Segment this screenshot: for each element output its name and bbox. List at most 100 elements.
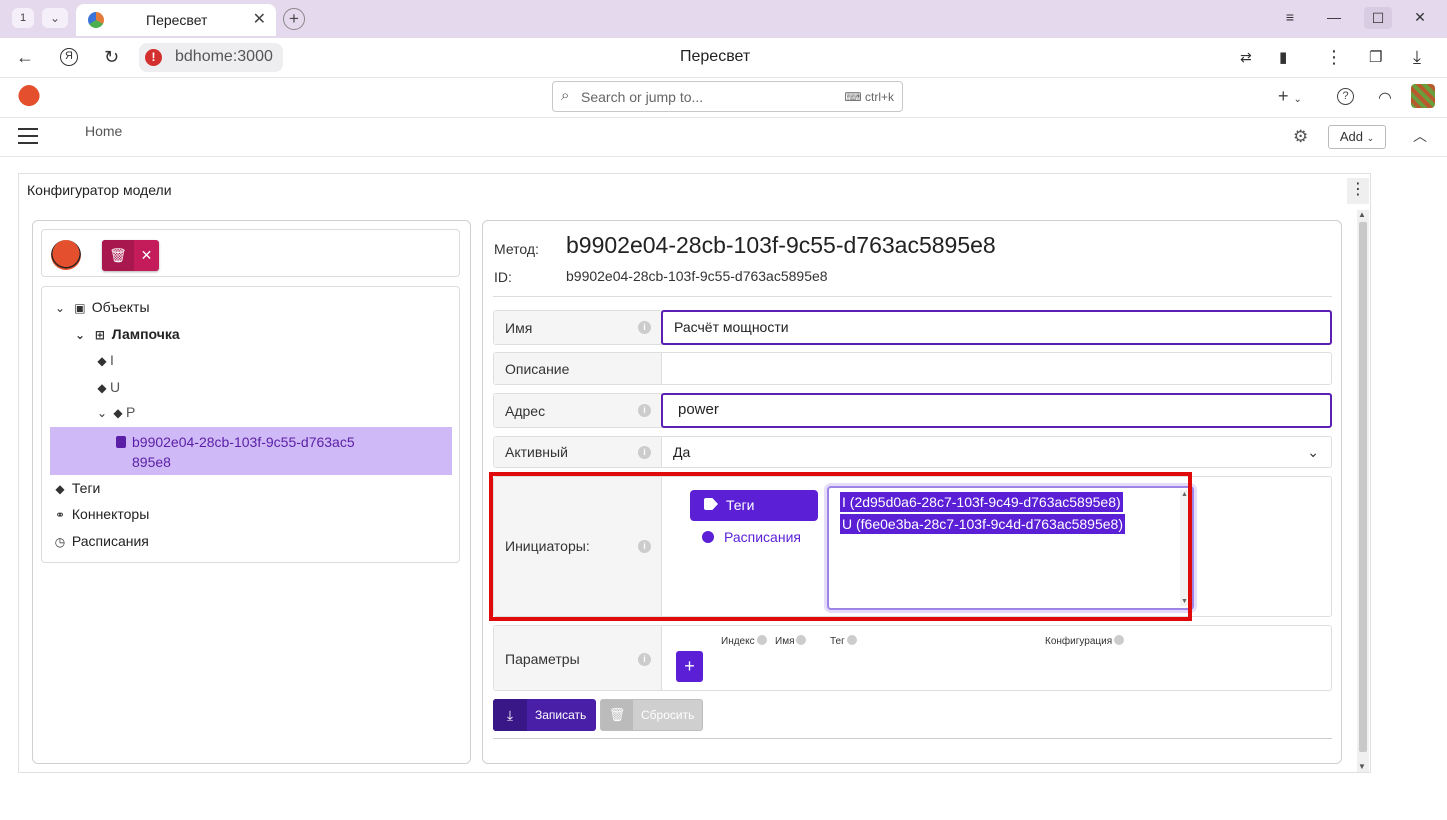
close-icon[interactable]: ✕	[134, 240, 159, 271]
info-icon[interactable]: i	[638, 653, 651, 666]
tree-node-schedules[interactable]: ◷ Расписания	[52, 533, 149, 549]
method-label: Метод:	[494, 241, 539, 257]
tree-node-objects[interactable]: ⌄ ▣ Объекты	[52, 299, 150, 315]
tree-node-label: Коннекторы	[71, 506, 150, 522]
name-input-value: Расчёт мощности	[674, 319, 789, 335]
scroll-down-icon[interactable]: ▼	[1358, 762, 1366, 771]
chevron-down-icon[interactable]: ⌄	[72, 328, 88, 342]
tree-container: 🗑 ✕ ⌄ ▣ Объекты ⌄ ⊞ Лампочка ◆ I ◆ U ⌄ ◆ P b…	[32, 220, 471, 764]
collapse-icon[interactable]: ︿	[1413, 126, 1427, 146]
column-header-label: Индекс	[721, 636, 755, 647]
reset-button[interactable]: 🗑 Сбросить	[600, 699, 703, 731]
tree-node-label: U	[110, 379, 121, 395]
tag-icon: ◆	[97, 381, 107, 395]
extensions-icon[interactable]: ❐	[1369, 48, 1382, 66]
tree-node-lamp[interactable]: ⌄ ⊞ Лампочка	[72, 326, 180, 342]
method-details: Метод: b9902e04-28cb-103f-9c55-d763ac589…	[482, 220, 1342, 764]
chevron-down-icon[interactable]: ⌄	[1307, 444, 1319, 461]
browser-tab-bar: 1 ⌄ Пересвет ✕ + ≡ — ☐ ✕	[0, 0, 1447, 38]
maximize-icon[interactable]: ☐	[1364, 7, 1392, 29]
tree-node-tags[interactable]: ◆ Теги	[52, 480, 100, 496]
minimize-icon[interactable]: —	[1320, 9, 1348, 25]
new-tab-icon[interactable]: +	[283, 8, 305, 30]
id-value: b9902e04-28cb-103f-9c55-d763ac5895e8	[566, 268, 828, 284]
active-select[interactable]: Да	[673, 444, 690, 460]
field-address: Адрес i power	[493, 393, 1332, 428]
tag-icon: ◆	[113, 406, 123, 420]
tree-node-label: P	[126, 404, 136, 420]
field-label-box: Адрес i	[494, 394, 662, 427]
menu-icon[interactable]: ≡	[1276, 9, 1304, 25]
address-input-value: power	[678, 401, 719, 418]
more-icon[interactable]: ⋮	[1325, 47, 1343, 68]
tab-list-chevron-icon[interactable]: ⌄	[42, 8, 68, 28]
reset-button-label: Сбросить	[641, 708, 695, 722]
info-icon[interactable]: i	[638, 321, 651, 334]
tree-node-tag-i[interactable]: ◆ I	[94, 352, 114, 368]
download-icon[interactable]: ⤓	[1413, 47, 1421, 68]
info-icon[interactable]: i	[638, 446, 651, 459]
tree-node-connectors[interactable]: ⚭ Коннекторы	[52, 506, 149, 522]
tab-title: Пересвет	[146, 12, 208, 28]
rss-icon[interactable]: ◠	[1378, 88, 1392, 108]
field-label-box: Описание	[494, 353, 662, 384]
chevron-down-icon[interactable]: ⌄	[52, 301, 68, 315]
download-icon: ⤓	[493, 699, 527, 731]
translate-icon[interactable]: ⇄	[1240, 49, 1252, 66]
method-icon	[116, 436, 126, 448]
tree-node-tag-p[interactable]: ⌄ ◆ P	[94, 404, 135, 420]
page-title: Пересвет	[680, 48, 751, 65]
search-input[interactable]: ⌕ Search or jump to... ⌨ ctrl+k	[552, 81, 903, 112]
tree-node-method-selected[interactable]: b9902e04-28cb-103f-9c55-d763ac5895e8	[50, 427, 452, 475]
scroll-up-icon[interactable]: ▲	[1358, 210, 1366, 219]
panel-scrollbar[interactable]: ▲ ▼	[1357, 210, 1369, 772]
hamburger-icon[interactable]	[18, 128, 38, 144]
name-input[interactable]: Расчёт мощности	[661, 310, 1332, 345]
objects-icon: ▣	[74, 301, 86, 315]
app-logo[interactable]	[18, 85, 40, 111]
trash-icon[interactable]: 🗑	[102, 240, 134, 271]
chevron-down-icon[interactable]: ⌄	[94, 406, 110, 420]
info-icon[interactable]: i	[638, 404, 651, 417]
column-header-label: Имя	[775, 636, 795, 647]
save-button-label: Записать	[535, 708, 587, 722]
avatar[interactable]	[1411, 84, 1435, 108]
browser-tab[interactable]: Пересвет ✕	[76, 4, 276, 36]
tab-close-icon[interactable]: ✕	[253, 9, 266, 29]
save-button[interactable]: ⤓ Записать	[493, 699, 596, 731]
info-icon	[1114, 635, 1125, 645]
breadcrumb-home[interactable]: Home	[85, 123, 122, 139]
back-icon[interactable]: ←	[16, 47, 34, 68]
warning-icon[interactable]: !	[145, 49, 162, 66]
tag-icon: ◆	[97, 354, 107, 368]
url-box[interactable]: ! bdhome:3000	[139, 43, 283, 72]
tab-counter[interactable]: 1	[12, 8, 34, 28]
link-icon: ⚭	[54, 508, 66, 522]
model-configurator-panel: Конфигуратор модели ⋮ ▲ ▼ 🗑 ✕ ⌄ ▣ Объект…	[18, 173, 1371, 773]
scroll-thumb[interactable]	[1359, 222, 1367, 752]
yandex-icon[interactable]: Я	[60, 48, 78, 66]
window-close-icon[interactable]: ✕	[1406, 9, 1434, 26]
field-label: Активный	[505, 444, 568, 460]
panel-menu-icon[interactable]: ⋮	[1347, 178, 1369, 204]
bookmark-icon[interactable]: ▮	[1279, 48, 1287, 66]
tree-node-label: b9902e04-28cb-103f-9c55-d763ac5895e8	[132, 434, 355, 470]
model-logo	[51, 240, 81, 270]
reload-icon[interactable]: ↻	[104, 47, 119, 68]
divider	[493, 296, 1332, 297]
search-icon: ⌕	[561, 87, 570, 104]
column-header-index: Индекс	[721, 635, 767, 647]
add-parameter-button[interactable]: +	[676, 651, 703, 682]
column-header-label: Тег	[830, 636, 845, 647]
delete-button-group: 🗑 ✕	[102, 240, 159, 271]
tree-node-label: Теги	[71, 480, 101, 496]
trash-icon: 🗑	[601, 700, 633, 730]
tree-node-tag-u[interactable]: ◆ U	[94, 379, 120, 395]
gear-icon[interactable]: ⚙	[1293, 127, 1308, 147]
new-plus-icon[interactable]: + ⌄	[1278, 86, 1302, 107]
address-input[interactable]: power	[661, 393, 1332, 428]
help-icon[interactable]: ?	[1337, 88, 1354, 105]
divider	[493, 738, 1332, 739]
add-button[interactable]: Add ⌄	[1328, 125, 1386, 149]
column-header-tag: Тег	[830, 635, 857, 647]
